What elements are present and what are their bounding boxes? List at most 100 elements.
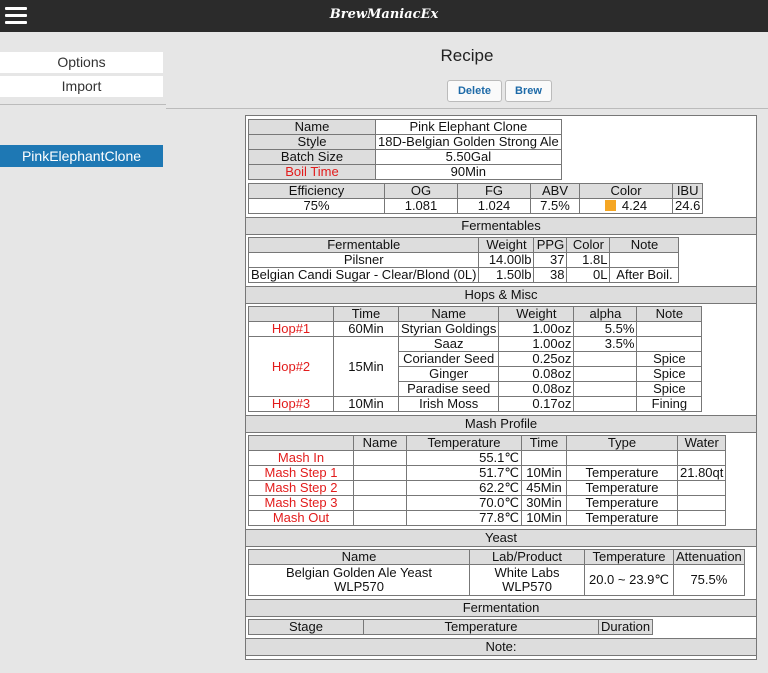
alpha-header: alpha [573,306,638,322]
yeast-section-title: Yeast [246,529,756,547]
table-row: Mash Out 77.8℃ 10Min Temperature [248,510,727,526]
mash-water [676,495,727,511]
attenuation-header: Attenuation [673,549,745,565]
hop-label[interactable]: Hop#1 [248,321,334,337]
fermentable-weight: 1.50lb [478,267,535,283]
table-row: Mash Step 3 70.0℃ 30Min Temperature [248,495,727,511]
efficiency-value: 75% [248,198,385,214]
stat-header: FG [457,183,531,199]
yeast-lab-line: WLP570 [502,579,552,594]
hop-alpha: 3.5% [573,336,638,352]
hop-time: 10Min [333,396,399,412]
recipe-name: Pink Elephant Clone [375,119,562,135]
fermentation-table: Stage Temperature Duration [248,619,654,635]
og-value: 1.081 [384,198,458,214]
hop-label[interactable]: Hop#2 [248,336,334,397]
mash-water [676,480,727,496]
hop-alpha [573,351,638,367]
weight-header: Weight [478,237,535,253]
fg-value: 1.024 [457,198,531,214]
fermentable-name: Pilsner [247,252,480,268]
stat-header: IBU [671,183,704,199]
app-title: BrewManiacEx [329,7,439,22]
page-title: Recipe [440,46,494,65]
hop-weight: 1.00oz [498,321,575,337]
hop-alpha: 5.5% [573,321,638,337]
yeast-lab-line: White Labs [494,565,560,580]
fermentables-table: Fermentable Weight PPG Color Note Pilsne… [247,237,680,283]
hop-label-header [248,306,334,322]
hop-label[interactable]: Hop#3 [248,396,334,412]
fermentables-section-title: Fermentables [246,217,756,235]
fermentable-color: 0L [566,267,611,283]
hop-note [636,336,703,352]
yeast-name: Belgian Golden Ale Yeast WLP570 [248,564,470,596]
fermentable-ppg: 37 [533,252,568,268]
mash-step-label[interactable]: Mash Step 3 [248,495,354,511]
time-header: Time [521,435,567,451]
recipe-style: 18D-Belgian Golden Strong Ale [375,134,562,150]
stage-header: Stage [248,619,364,635]
hop-name: Irish Moss [397,396,500,412]
table-row: Belgian Candi Sugar - Clear/Blond (0L) 1… [247,267,680,283]
mash-temperature: 70.0℃ [406,495,522,511]
mash-name [353,510,407,526]
mash-water: 21.80qt [676,465,727,481]
note-label: Note: [246,638,756,656]
note-header: Note [636,306,703,322]
note-header: Note [609,237,680,253]
mash-name [353,495,407,511]
options-button[interactable]: Options [0,52,163,73]
mash-time: 10Min [521,465,567,481]
mash-temperature: 51.7℃ [406,465,522,481]
mash-step-label[interactable]: Mash Step 2 [248,480,354,496]
hop-weight: 1.00oz [498,336,575,352]
lab-product-header: Lab/Product [469,549,585,565]
batch-size: 5.50Gal [375,149,562,165]
name-header: Name [353,435,407,451]
hop-alpha [573,396,638,412]
import-button[interactable]: Import [0,76,163,97]
mash-type: Temperature [566,480,678,496]
color-value: 4.24 [621,198,648,213]
mash-type: Temperature [566,510,678,526]
sidebar-divider [0,104,166,105]
brew-button[interactable]: Brew [505,80,552,102]
name-header: Name [397,306,500,322]
table-row: Hop#2 15Min Saaz 1.00oz 3.5% [248,336,703,397]
stat-header: OG [384,183,458,199]
delete-button[interactable]: Delete [447,80,502,102]
hop-name: Paradise seed [397,381,500,397]
mash-step-label[interactable]: Mash Step 1 [248,465,354,481]
mash-time: 45Min [521,480,567,496]
mash-temperature: 62.2℃ [406,480,522,496]
hop-note: Spice [636,351,703,367]
fermentable-note [609,252,680,268]
hop-time: 15Min [333,336,399,397]
recipe-info-table: Name Pink Elephant Clone Style 18D-Belgi… [248,119,562,180]
ppg-header: PPG [533,237,568,253]
hop-note: Fining [636,396,703,412]
mash-step-label[interactable]: Mash Out [248,510,354,526]
fermentable-color: 1.8L [566,252,611,268]
mash-temperature: 77.8℃ [406,510,522,526]
hop-name: Styrian Goldings [397,321,500,337]
hop-weight: 0.25oz [498,351,575,367]
boil-time-label[interactable]: Boil Time [248,164,376,180]
mash-type: Temperature [566,495,678,511]
yeast-attenuation: 75.5% [673,564,745,596]
table-row: Mash In 55.1℃ [248,450,727,466]
mash-water [676,510,727,526]
hop-name: Saaz [397,336,500,352]
fermentable-note: After Boil. [609,267,680,283]
color-value-cell: 4.24 [579,198,673,214]
fermentable-header: Fermentable [247,237,480,253]
mash-name [353,480,407,496]
mash-table: Name Temperature Time Type Water Mash In… [248,435,727,526]
color-swatch [604,200,616,211]
mash-step-label[interactable]: Mash In [248,450,354,466]
sidebar-item-recipe[interactable]: PinkElephantClone [0,145,163,167]
table-row: Mash Step 1 51.7℃ 10Min Temperature 21.8… [248,465,727,481]
color-header: Color [566,237,611,253]
yeast-name-header: Name [248,549,470,565]
